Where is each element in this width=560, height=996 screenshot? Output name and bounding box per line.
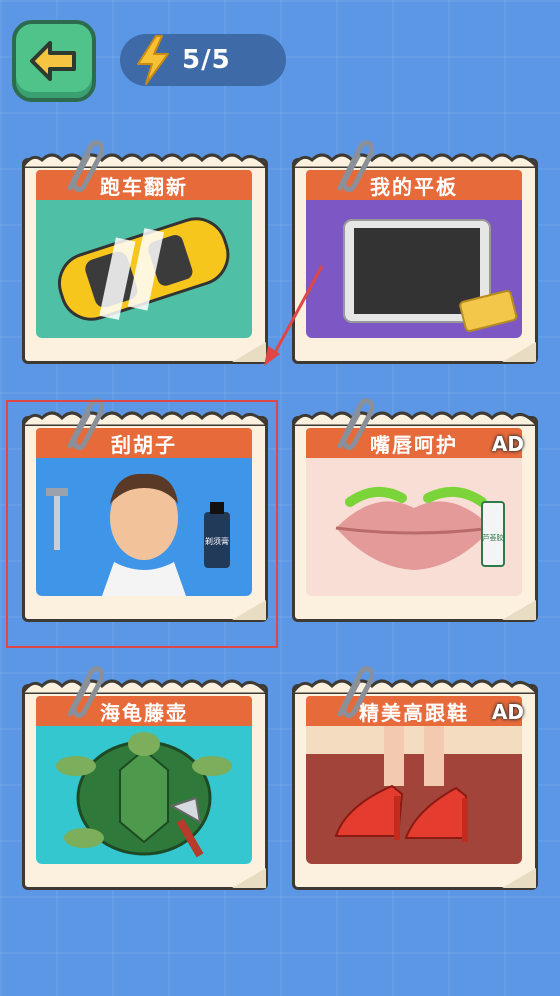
paperclip-icon bbox=[67, 666, 104, 719]
paperclip-icon bbox=[67, 140, 104, 193]
level-card-tablet[interactable]: 我的平板 bbox=[292, 140, 538, 364]
lightning-bolt-icon bbox=[137, 35, 169, 85]
lips-art: 芦荟胶 bbox=[306, 458, 522, 596]
tablet-art bbox=[306, 200, 522, 338]
energy-counter: 5/5 bbox=[120, 34, 286, 86]
page-curl bbox=[502, 600, 536, 620]
energy-count: 5/5 bbox=[182, 45, 231, 75]
heels-art bbox=[306, 726, 522, 864]
paperclip-icon bbox=[337, 140, 374, 193]
back-button[interactable] bbox=[12, 20, 96, 102]
turtle-art bbox=[36, 726, 252, 864]
arrow-left-icon bbox=[30, 41, 76, 81]
ad-badge: AD bbox=[491, 700, 524, 724]
toothpaste-label: 芦荟胶 bbox=[483, 533, 504, 542]
level-card-lips[interactable]: 嘴唇呵护 AD 芦荟胶 bbox=[292, 398, 538, 622]
level-card-heels[interactable]: 精美高跟鞋 AD bbox=[292, 666, 538, 890]
paperclip-icon bbox=[337, 398, 374, 451]
ad-badge: AD bbox=[491, 432, 524, 456]
page-curl bbox=[232, 868, 266, 888]
paperclip-icon bbox=[337, 666, 374, 719]
page-curl bbox=[502, 342, 536, 362]
selection-highlight bbox=[6, 400, 278, 648]
level-card-sports-car[interactable]: 跑车翻新 bbox=[22, 140, 268, 364]
sports-car-art bbox=[36, 200, 252, 338]
page-curl bbox=[502, 868, 536, 888]
hint-arrow bbox=[264, 265, 324, 366]
level-card-turtle[interactable]: 海龟藤壶 bbox=[22, 666, 268, 890]
